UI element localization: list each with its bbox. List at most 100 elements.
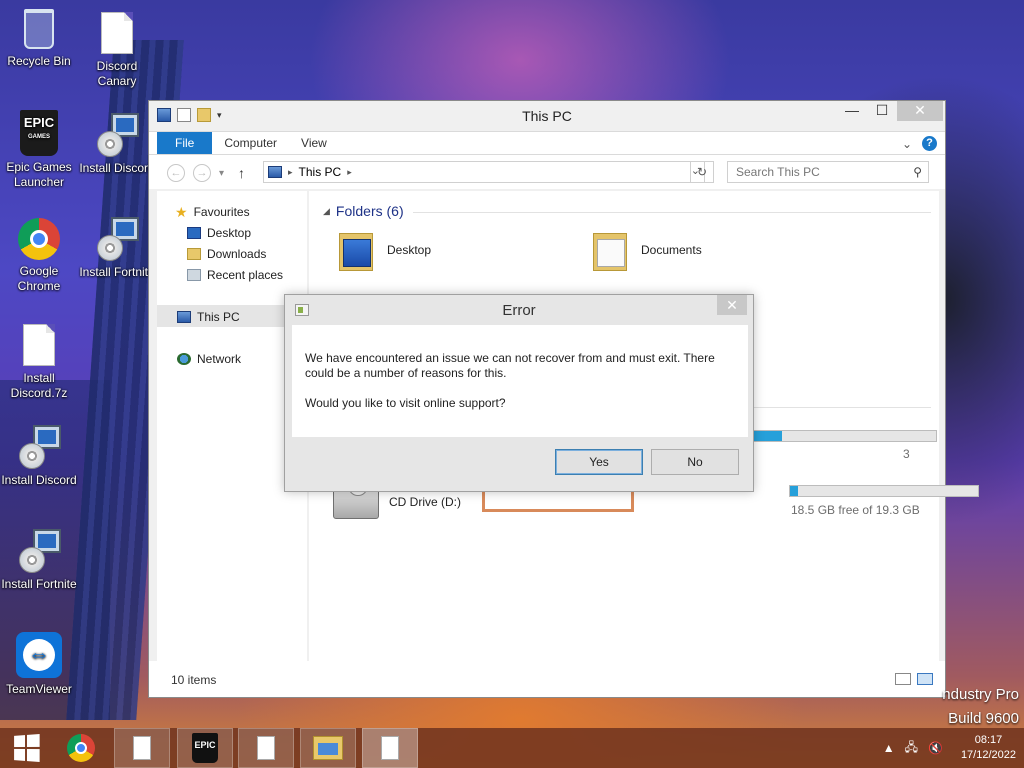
clock-date: 17/12/2022	[960, 749, 1016, 761]
recent-locations-chevron-icon[interactable]: ▾	[219, 168, 224, 179]
minimize-button[interactable]: —	[837, 101, 867, 121]
tab-view[interactable]: View	[289, 132, 339, 154]
taskbar-chrome[interactable]	[56, 728, 106, 768]
large-icons-view-icon[interactable]	[917, 673, 933, 685]
forward-button[interactable]: →	[193, 164, 211, 182]
group-divider	[413, 212, 931, 213]
status-bar: 10 items	[149, 661, 945, 697]
desktop-icon-install-discord-2[interactable]: Install Discord	[78, 112, 156, 176]
nav-recent-places[interactable]: Recent places	[187, 268, 283, 282]
tab-file[interactable]: File	[157, 132, 213, 154]
drive-usage-bar	[747, 430, 937, 442]
title-bar[interactable]: ▾ This PC — ☐ ✕	[149, 101, 945, 131]
desktop-icon-label: Install Fortnite	[79, 265, 155, 279]
drive-usage-fill	[790, 486, 798, 496]
epic-games-icon: EPIC GAMES	[20, 110, 58, 156]
clock[interactable]: 08:17 17/12/2022	[961, 733, 1016, 763]
desktop-icon-label: Install Fortnite	[1, 577, 77, 591]
nav-label: This PC	[197, 310, 240, 324]
address-row: ← → ▾ ↑ ▸ This PC ▸ ⌄ ↻ Search This PC ⚲	[149, 155, 945, 189]
nav-label: Favourites	[193, 205, 250, 219]
taskbar-file-3[interactable]	[362, 728, 418, 768]
start-button[interactable]	[6, 728, 46, 768]
desktop-icon-install-fortnite[interactable]: Install Fortnite	[0, 528, 78, 592]
desktop-icon-install-discord-7z[interactable]: Install Discord.7z	[0, 322, 78, 401]
teamviewer-icon	[16, 632, 62, 678]
breadcrumb-separator-icon[interactable]: ▸	[347, 167, 352, 178]
installer-icon	[17, 529, 61, 573]
breadcrumb-this-pc[interactable]: This PC	[299, 165, 342, 179]
this-pc-icon	[268, 166, 282, 178]
item-count: 10 items	[171, 673, 217, 687]
file-icon	[23, 324, 55, 366]
desktop-icon-label: Install Discord	[79, 161, 155, 175]
desktop-icon-label: Recycle Bin	[7, 54, 71, 68]
recent-places-icon	[187, 269, 201, 281]
dialog-message: We have encountered an issue we can not …	[305, 351, 715, 380]
dialog-body: We have encountered an issue we can not …	[292, 325, 748, 437]
chrome-icon	[67, 734, 95, 762]
desktop-icon-epic-games[interactable]: EPIC GAMES Epic Games Launcher	[0, 110, 78, 190]
drive-usage-bar	[789, 485, 979, 497]
up-button[interactable]: ↑	[238, 165, 245, 181]
nav-label: Network	[197, 352, 242, 366]
installer-icon	[17, 425, 61, 469]
nav-desktop[interactable]: Desktop	[187, 226, 251, 240]
file-icon	[133, 736, 151, 760]
refresh-button[interactable]: ↻	[690, 161, 714, 183]
window-title: This PC	[522, 108, 572, 124]
nav-this-pc[interactable]: This PC	[177, 310, 240, 324]
nav-favourites[interactable]: ★ Favourites	[175, 205, 250, 219]
show-hidden-icons-icon[interactable]: ▲	[883, 741, 895, 755]
desktop-icon-install-discord[interactable]: Install Discord	[0, 424, 78, 488]
close-button[interactable]: ✕	[897, 101, 943, 121]
taskbar: EPIC ▲ 🖧 🔇 08:17 17/12/2022	[0, 728, 1024, 768]
collapse-triangle-icon[interactable]: ◢	[323, 206, 330, 217]
no-button[interactable]: No	[651, 449, 739, 475]
taskbar-file-explorer[interactable]	[300, 728, 356, 768]
yes-button[interactable]: Yes	[555, 449, 643, 475]
desktop-icon-label: TeamViewer	[6, 682, 72, 696]
desktop-folder-icon	[337, 229, 377, 271]
details-view-icon[interactable]	[895, 673, 911, 685]
folder-label: Desktop	[387, 243, 432, 257]
tab-computer[interactable]: Computer	[212, 132, 289, 154]
desktop-icon-teamviewer[interactable]: TeamViewer	[0, 632, 78, 697]
error-dialog: Error ✕ We have encountered an issue we …	[284, 294, 754, 492]
breadcrumb-separator-icon[interactable]: ▸	[288, 167, 293, 178]
folder-label: Documents	[641, 243, 702, 257]
nav-downloads[interactable]: Downloads	[187, 247, 266, 261]
group-header-label: Folders (6)	[335, 203, 404, 219]
folders-group-header[interactable]: ◢ Folders (6)	[323, 203, 404, 219]
desktop-icon-label: Google Chrome	[17, 264, 61, 293]
drive-free-text: 3	[903, 447, 910, 461]
address-bar[interactable]: ▸ This PC ▸ ⌄	[263, 161, 705, 183]
file-icon	[381, 736, 399, 760]
network-icon[interactable]: 🖧	[905, 738, 918, 759]
help-icon[interactable]: ?	[922, 136, 937, 151]
drive-label: CD Drive (D:)	[389, 495, 461, 509]
window-controls: — ☐ ✕	[837, 101, 943, 121]
installer-icon	[95, 217, 139, 261]
taskbar-epic-games[interactable]: EPIC	[177, 728, 233, 768]
volume-muted-icon[interactable]: 🔇	[928, 741, 943, 755]
dialog-close-button[interactable]: ✕	[717, 295, 747, 315]
nav-network[interactable]: Network	[177, 352, 241, 366]
desktop-icon-label: Epic Games Launcher	[6, 160, 72, 189]
desktop-icon-discord-canary[interactable]: Discord Canary	[78, 10, 156, 89]
back-button[interactable]: ←	[167, 164, 185, 182]
maximize-button[interactable]: ☐	[867, 101, 897, 121]
nav-label: Desktop	[207, 226, 252, 240]
expand-ribbon-chevron-icon[interactable]: ⌄	[902, 137, 912, 151]
folder-documents[interactable]: Documents	[591, 229, 702, 271]
folder-desktop[interactable]: Desktop	[337, 229, 431, 271]
dialog-title-bar[interactable]: Error ✕	[285, 295, 753, 325]
taskbar-file-2[interactable]	[238, 728, 294, 768]
desktop-icon-recycle-bin[interactable]: Recycle Bin	[0, 6, 78, 69]
ribbon-tabs: File Computer View ⌄ ?	[149, 131, 945, 155]
search-input[interactable]: Search This PC ⚲	[727, 161, 929, 183]
desktop-icon-google-chrome[interactable]: Google Chrome	[0, 216, 78, 294]
desktop-icon-install-fortnite-2[interactable]: Install Fortnite	[78, 216, 156, 280]
system-tray: ▲ 🖧 🔇 08:17 17/12/2022	[883, 728, 1024, 768]
taskbar-file-1[interactable]	[114, 728, 170, 768]
